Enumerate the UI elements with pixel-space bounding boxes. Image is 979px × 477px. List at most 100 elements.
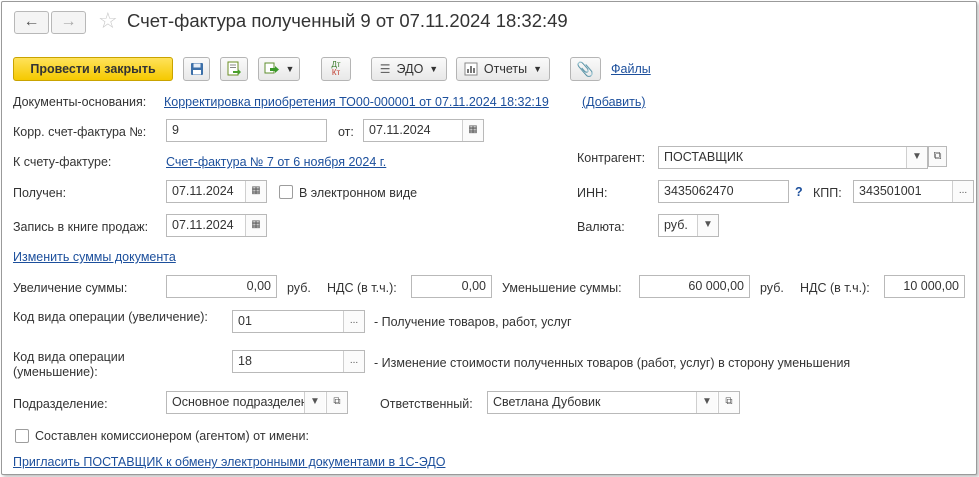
sales-book-label: Запись в книге продаж: — [13, 220, 149, 234]
counterparty-label: Контрагент: — [577, 151, 646, 165]
add-basis-link[interactable]: (Добавить) — [582, 95, 646, 109]
basis-document-link[interactable]: Корректировка приобретения ТО00-000001 о… — [164, 95, 549, 109]
department-value: Основное подразделение — [172, 395, 322, 409]
edo-menu-button[interactable]: ☰ ЭДО ▼ — [371, 57, 447, 81]
create-based-icon — [264, 62, 279, 74]
chevron-down-icon: ▼ — [429, 64, 439, 74]
op-decrease-label-line1: Код вида операции — [13, 350, 125, 364]
agent-label: Составлен комиссионером (агентом) от име… — [35, 429, 309, 443]
received-label: Получен: — [13, 186, 67, 200]
inn-help-icon[interactable]: ? — [795, 185, 803, 199]
corr-invoice-number-input[interactable]: 9 — [166, 119, 327, 142]
rub-label-2: руб. — [760, 281, 784, 295]
floppy-disk-icon — [190, 63, 203, 75]
chevron-down-icon[interactable]: ▼ — [906, 147, 927, 168]
kt-icon-part: Кт — [331, 68, 341, 77]
agent-checkbox[interactable] — [15, 429, 29, 443]
open-counterparty-button[interactable]: ⧉ — [928, 146, 947, 167]
corr-date-input[interactable]: 07.11.2024 ▦ — [363, 119, 484, 142]
received-date-value: 07.11.2024 — [172, 184, 234, 198]
arrow-right-icon: → — [60, 13, 77, 30]
op-increase-description: - Получение товаров, работ, услуг — [374, 315, 572, 329]
post-and-close-button[interactable]: Провести и закрыть — [13, 57, 173, 81]
open-link-icon[interactable]: ⧉ — [718, 392, 739, 413]
electronic-checkbox[interactable] — [279, 185, 293, 199]
edo-label: ЭДО — [396, 62, 424, 76]
increase-sum-label: Увеличение суммы: — [13, 281, 128, 295]
calendar-icon[interactable]: ▦ — [245, 215, 266, 236]
calendar-icon[interactable]: ▦ — [462, 120, 483, 141]
basis-label: Документы-основания: — [13, 95, 147, 109]
op-increase-value: 01 — [238, 314, 252, 328]
dt-kt-button[interactable]: Дт Кт — [321, 57, 351, 81]
paperclip-icon: 📎 — [576, 60, 595, 77]
to-invoice-link[interactable]: Счет-фактура № 7 от 6 ноября 2024 г. — [166, 155, 386, 169]
op-increase-input[interactable]: 01 ... — [232, 310, 365, 333]
op-decrease-value: 18 — [238, 354, 252, 368]
department-input[interactable]: Основное подразделение ▼ ⧉ — [166, 391, 348, 414]
vat-decrease-label: НДС (в т.ч.): — [800, 281, 870, 295]
rub-label-1: руб. — [287, 281, 311, 295]
favorite-star-icon[interactable]: ☆ — [98, 8, 118, 34]
received-date-input[interactable]: 07.11.2024 ▦ — [166, 180, 267, 203]
calendar-icon[interactable]: ▦ — [245, 181, 266, 202]
change-sums-link[interactable]: Изменить суммы документа — [13, 250, 176, 264]
decrease-sum-label: Уменьшение суммы: — [502, 281, 622, 295]
save-button[interactable] — [183, 57, 210, 81]
files-link[interactable]: Файлы — [611, 62, 651, 76]
op-decrease-label-line2: (уменьшение): — [13, 365, 98, 379]
arrow-left-icon: ← — [23, 13, 40, 30]
corr-date-value: 07.11.2024 — [369, 123, 431, 137]
chevron-down-icon[interactable]: ▼ — [304, 392, 325, 413]
reports-icon — [464, 62, 478, 76]
page-title: Счет-фактура полученный 9 от 07.11.2024 … — [127, 10, 568, 31]
chevron-down-icon[interactable]: ▼ — [696, 392, 717, 413]
electronic-label: В электронном виде — [299, 186, 418, 200]
department-label: Подразделение: — [13, 397, 108, 411]
sales-book-date-input[interactable]: 07.11.2024 ▦ — [166, 214, 267, 237]
ellipsis-icon[interactable]: ... — [952, 181, 973, 202]
open-link-icon: ⧉ — [933, 150, 942, 162]
currency-value: руб. — [664, 218, 688, 232]
ellipsis-icon[interactable]: ... — [343, 351, 364, 372]
increase-sum-input[interactable]: 0,00 — [166, 275, 277, 298]
open-link-icon[interactable]: ⧉ — [326, 392, 347, 413]
back-button[interactable]: ← — [14, 11, 49, 34]
op-decrease-input[interactable]: 18 ... — [232, 350, 365, 373]
chevron-down-icon: ▼ — [533, 64, 543, 74]
to-invoice-label: К счету-фактуре: — [13, 155, 112, 169]
post-button[interactable] — [220, 57, 248, 81]
op-decrease-description: - Изменение стоимости полученных товаров… — [374, 356, 851, 370]
sales-book-date-value: 07.11.2024 — [172, 218, 234, 232]
chevron-down-icon: ▼ — [285, 64, 295, 74]
ellipsis-icon[interactable]: ... — [343, 311, 364, 332]
responsible-label: Ответственный: — [380, 397, 473, 411]
reports-label: Отчеты — [483, 62, 528, 76]
post-document-icon — [227, 61, 241, 76]
kpp-value: 343501001 — [859, 184, 922, 198]
attach-button[interactable]: 📎 — [570, 57, 601, 81]
corr-date-label: от: — [338, 125, 354, 139]
kpp-label: КПП: — [813, 186, 842, 200]
vat-decrease-input[interactable]: 10 000,00 — [884, 275, 965, 298]
inn-input[interactable]: 3435062470 — [658, 180, 789, 203]
vat-increase-label: НДС (в т.ч.): — [327, 281, 397, 295]
responsible-value: Светлана Дубовик — [493, 395, 601, 409]
responsible-input[interactable]: Светлана Дубовик ▼ ⧉ — [487, 391, 740, 414]
decrease-sum-input[interactable]: 60 000,00 — [639, 275, 750, 298]
counterparty-input[interactable]: ПОСТАВЩИК ▼ — [658, 146, 928, 169]
edo-icon: ☰ — [379, 62, 391, 76]
chevron-down-icon[interactable]: ▼ — [697, 215, 718, 236]
inn-label: ИНН: — [577, 186, 608, 200]
create-based-on-button[interactable]: ▼ — [258, 57, 300, 81]
forward-button[interactable]: → — [51, 11, 86, 34]
counterparty-value: ПОСТАВЩИК — [664, 150, 744, 164]
currency-select[interactable]: руб. ▼ — [658, 214, 719, 237]
reports-menu-button[interactable]: Отчеты ▼ — [456, 57, 550, 81]
invite-edo-link[interactable]: Пригласить ПОСТАВЩИК к обмену электронны… — [13, 455, 445, 469]
op-increase-label: Код вида операции (увеличение): — [13, 310, 208, 324]
kpp-input[interactable]: 343501001 ... — [853, 180, 974, 203]
corr-invoice-number-label: Корр. счет-фактура №: — [13, 125, 147, 139]
vat-increase-input[interactable]: 0,00 — [411, 275, 492, 298]
currency-label: Валюта: — [577, 220, 625, 234]
